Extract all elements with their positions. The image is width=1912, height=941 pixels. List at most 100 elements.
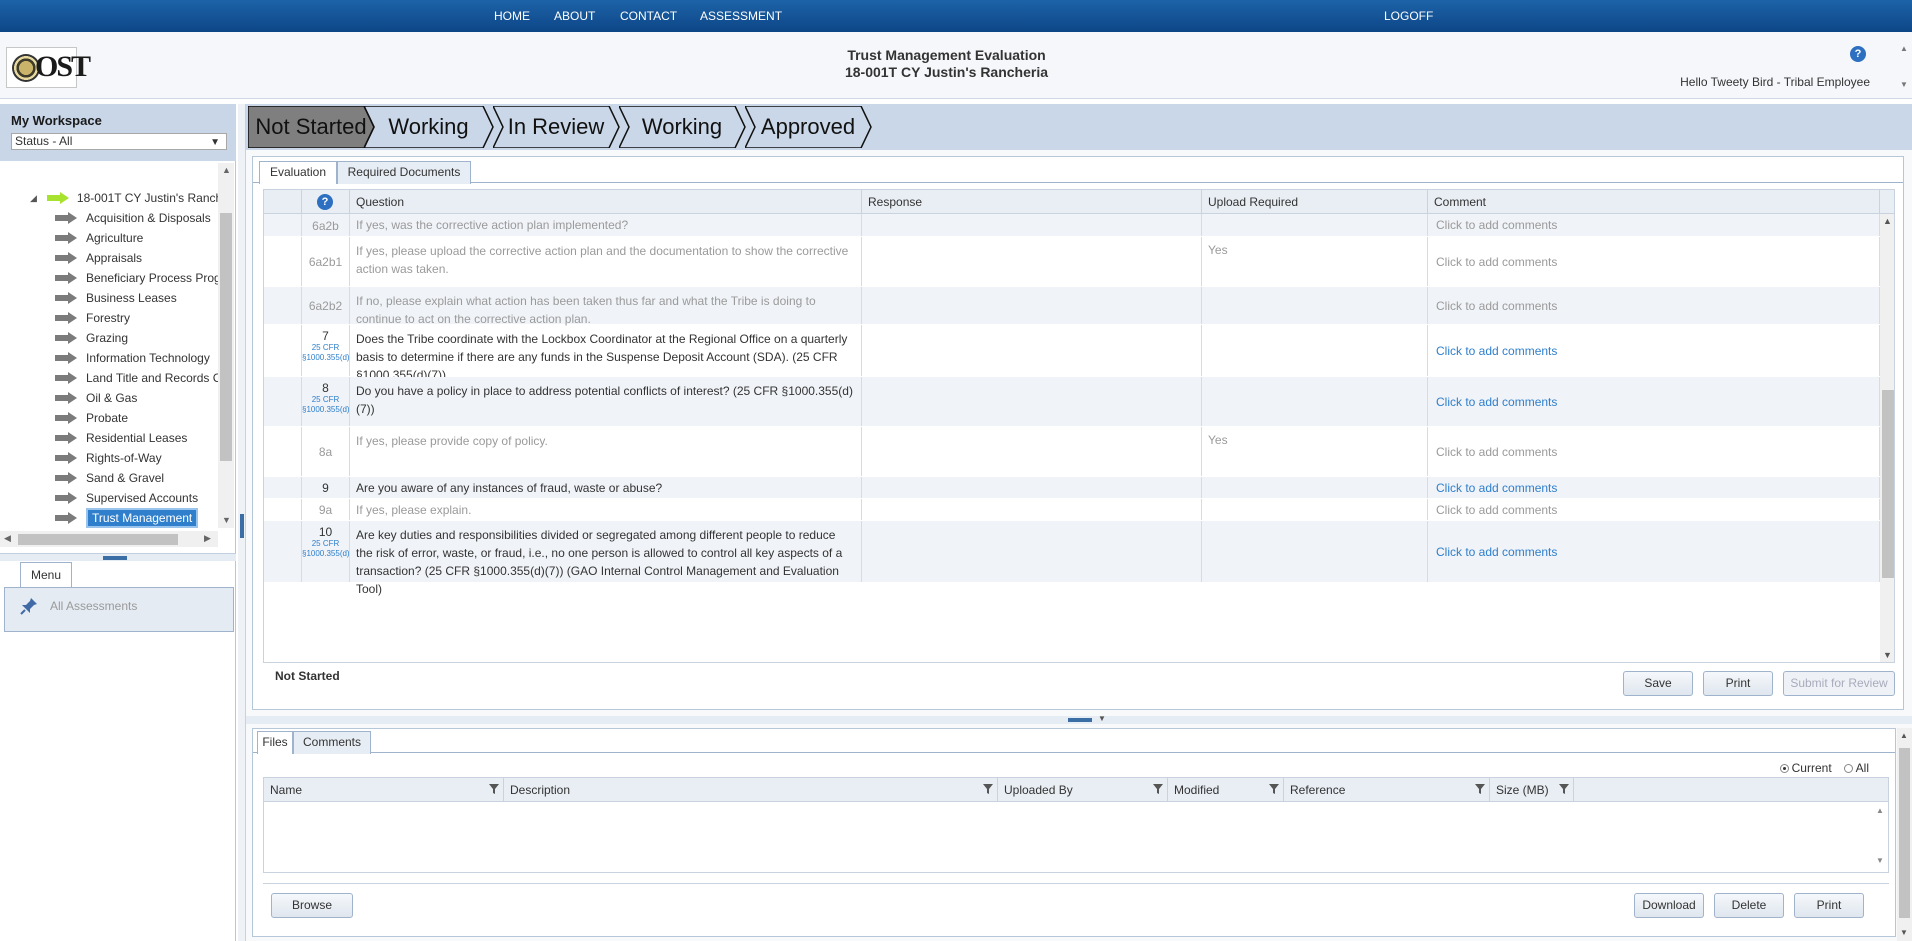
add-comment-link[interactable]: Click to add comments [1428,377,1880,426]
files-column-header[interactable]: Description [504,778,998,802]
column-header-response[interactable]: Response [862,190,1202,214]
column-header-comment[interactable]: Comment [1428,190,1880,214]
delete-button[interactable]: Delete [1714,893,1784,918]
chevron-down-icon[interactable]: ▼ [1098,714,1106,723]
filter-icon[interactable] [1153,784,1163,794]
tree-vertical-scrollbar[interactable]: ▲ ▼ [218,163,234,528]
tree-root-node[interactable]: ◢ 18-001T CY Justin's Ranch [30,189,218,207]
tree-item[interactable]: Grazing [55,329,128,347]
add-comment-link[interactable]: Click to add comments [1428,237,1880,286]
files-column-header[interactable]: Size (MB) [1490,778,1574,802]
tree-item[interactable]: Sand & Gravel [55,469,164,487]
scroll-left-icon[interactable]: ◀ [4,533,11,544]
scroll-thumb[interactable] [220,213,232,461]
scroll-up-icon[interactable]: ▲ [1883,216,1892,226]
browse-button[interactable]: Browse [271,893,353,918]
nav-assessment-link[interactable]: ASSESSMENT [700,9,782,23]
scroll-thumb[interactable] [1882,390,1894,578]
submit-for-review-button[interactable]: Submit for Review [1783,671,1895,696]
table-row[interactable]: 6a2b1 If yes, please upload the correctiv… [264,237,1880,287]
response-cell[interactable] [862,214,1202,236]
tab-required-documents[interactable]: Required Documents [337,161,471,184]
files-column-header[interactable]: Modified [1168,778,1284,802]
add-comment-link[interactable]: Click to add comments [1428,325,1880,376]
filter-icon[interactable] [489,784,499,794]
scroll-right-icon[interactable]: ▶ [204,533,211,544]
tree-item[interactable]: Probate [55,409,128,427]
cfr-reference-link[interactable]: 25 CFR §1000.355(d) [302,395,350,415]
response-cell[interactable] [862,237,1202,286]
table-row[interactable]: 6a2b2 If no, please explain what action h… [264,287,1880,326]
tab-evaluation[interactable]: Evaluation [259,161,337,184]
add-comment-link[interactable]: Click to add comments [1428,287,1880,324]
cfr-reference-link[interactable]: 25 CFR §1000.355(d) [302,539,350,559]
response-cell[interactable] [862,325,1202,376]
tree-item[interactable]: Business Leases [55,289,177,307]
tree-item[interactable]: Beneficiary Process Prog [55,269,218,287]
files-print-button[interactable]: Print [1794,893,1864,918]
filter-icon[interactable] [983,784,993,794]
scroll-down-icon[interactable]: ▼ [1883,650,1892,660]
filter-icon[interactable] [1269,784,1279,794]
tree-item[interactable]: Agriculture [55,229,143,247]
table-row[interactable]: 8a If yes, please provide copy of policy.… [264,427,1880,477]
table-row[interactable]: 8 25 CFR §1000.355(d) Do you have a policy… [264,377,1880,427]
tree-item[interactable]: Acquisition & Disposals [55,209,211,227]
scroll-up-icon[interactable]: ▲ [1900,731,1908,740]
cfr-reference-link[interactable]: 25 CFR §1000.355(d) [302,343,350,363]
column-header-question[interactable]: Question [350,190,862,214]
response-cell[interactable] [862,499,1202,520]
tree-item[interactable]: Oil & Gas [55,389,137,407]
tree-item[interactable]: Appraisals [55,249,142,267]
splitter-grip[interactable] [103,556,127,560]
table-row[interactable]: 9a If yes, please explain. Click to add co… [264,499,1880,521]
table-row[interactable]: 9 Are you aware of any instances of fraud… [264,477,1880,499]
print-button[interactable]: Print [1703,671,1773,696]
response-cell[interactable] [862,521,1202,582]
page-scrollbar[interactable]: ▲ ▼ [1897,728,1912,941]
filter-icon[interactable] [1559,784,1569,794]
header-scrollbar[interactable]: ▲ ▼ [1897,40,1912,92]
table-row[interactable]: 7 25 CFR §1000.355(d) Does the Tribe coord… [264,325,1880,382]
tree-item[interactable]: Land Title and Records C [55,369,218,387]
collapse-icon[interactable]: ◢ [30,193,37,204]
tab-comments[interactable]: Comments [293,731,371,754]
files-column-header[interactable]: Reference [1284,778,1490,802]
radio-current[interactable]: Current [1779,761,1832,775]
radio-all[interactable]: All [1843,761,1869,775]
response-cell[interactable] [862,427,1202,476]
files-column-header[interactable]: Name [264,778,504,802]
help-icon[interactable]: ? [1850,46,1866,62]
nav-logoff-link[interactable]: LOGOFF [1384,9,1433,23]
scroll-down-icon[interactable]: ▼ [1876,856,1884,865]
save-button[interactable]: Save [1623,671,1693,696]
scroll-down-icon[interactable]: ▼ [222,515,231,525]
tree-item[interactable]: Information Technology [55,349,210,367]
tab-files[interactable]: Files [257,731,293,754]
scroll-thumb[interactable] [1899,748,1910,918]
all-assessments-link[interactable]: All Assessments [50,599,137,613]
tree-item[interactable]: Trust Management [55,508,199,528]
left-panel-collapse-bar[interactable] [238,104,246,941]
scroll-up-icon[interactable]: ▲ [1900,44,1908,53]
scroll-thumb[interactable] [18,534,178,545]
tree-item[interactable]: Residential Leases [55,429,187,447]
scroll-down-icon[interactable]: ▼ [1900,80,1908,89]
response-cell[interactable] [862,287,1202,324]
table-row[interactable]: 10 25 CFR §1000.355(d) Are key duties and … [264,521,1880,596]
add-comment-link[interactable]: Click to add comments [1428,477,1880,498]
scroll-up-icon[interactable]: ▲ [1876,806,1884,815]
table-row[interactable]: 6a2b If yes, was the corrective action pl… [264,214,1880,237]
grid-vertical-scrollbar[interactable]: ▲ ▼ [1880,214,1894,662]
status-filter-select[interactable]: Status - All ▼ [11,133,227,150]
nav-home-link[interactable]: HOME [494,9,530,23]
tree-horizontal-scrollbar[interactable]: ◀ ▶ [0,531,218,547]
add-comment-link[interactable]: Click to add comments [1428,499,1880,520]
add-comment-link[interactable]: Click to add comments [1428,214,1880,236]
add-comment-link[interactable]: Click to add comments [1428,427,1880,476]
nav-about-link[interactable]: ABOUT [554,9,595,23]
scroll-down-icon[interactable]: ▼ [1900,928,1908,937]
scroll-up-icon[interactable]: ▲ [222,165,231,175]
panel-splitter[interactable]: ▼ [246,714,1912,724]
left-panel-splitter[interactable] [0,553,236,561]
